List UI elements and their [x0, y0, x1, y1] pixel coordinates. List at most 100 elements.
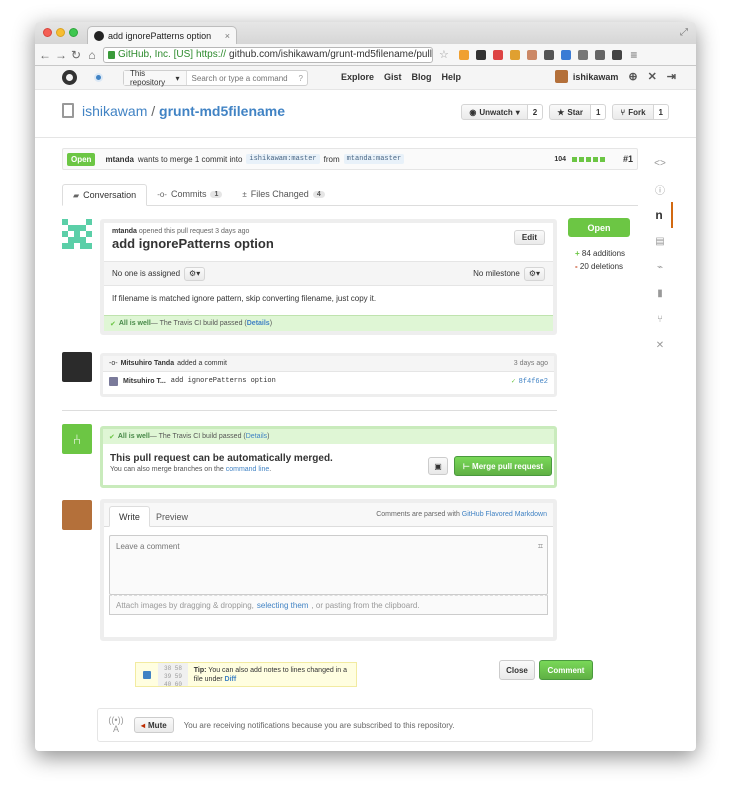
sign-out-icon[interactable]: ⇥ — [667, 70, 676, 83]
extension-icon[interactable] — [509, 49, 520, 60]
commit-message-link[interactable]: add ignorePatterns option — [171, 377, 276, 385]
address-bar[interactable]: GitHub, Inc. [US] https://github.com/ish… — [103, 46, 433, 63]
assignee-gear-button[interactable]: ⚙ ▾ — [184, 266, 206, 281]
network-icon[interactable]: ⑂ — [647, 306, 673, 332]
unwatch-button[interactable]: ◉ Unwatch ▾ — [461, 104, 528, 120]
tab-close-icon[interactable]: × — [225, 31, 230, 41]
watchers-count[interactable]: 2 — [527, 104, 544, 120]
user-avatar[interactable] — [554, 70, 568, 83]
extension-icon[interactable] — [543, 49, 554, 60]
markdown-link[interactable]: GitHub Flavored Markdown — [462, 511, 547, 518]
ci-details-link[interactable]: Details — [247, 320, 270, 327]
notification-indicator-icon[interactable] — [96, 75, 101, 80]
notification-reason: You are receiving notifications because … — [183, 720, 455, 730]
diff-link[interactable]: Diff — [225, 676, 237, 683]
search-input[interactable] — [186, 73, 299, 83]
merge-pull-request-button[interactable]: ⊢ Merge pull request — [454, 456, 552, 476]
opener-link[interactable]: mtanda — [112, 228, 137, 235]
pr-merge-text: wants to merge 1 commit into — [137, 154, 243, 164]
minimize-window-button[interactable] — [56, 28, 65, 37]
head-branch: mtanda:master — [343, 154, 405, 164]
extension-icon[interactable] — [526, 49, 537, 60]
attach-images-bar[interactable]: Attach images by dragging & dropping, se… — [109, 595, 548, 615]
tab-conversation[interactable]: ▰ Conversation — [62, 184, 148, 206]
tab-write[interactable]: Write — [109, 506, 150, 527]
repo-name-link[interactable]: grunt-md5filename — [159, 103, 285, 119]
command-line-link[interactable]: command line — [226, 466, 270, 473]
stargazers-count[interactable]: 1 — [590, 104, 607, 120]
mute-button[interactable]: ◂ Mute — [134, 717, 174, 733]
commit-sha: 8f4f6e2 — [518, 377, 548, 386]
tab-commits[interactable]: -o- Commits 1 — [147, 183, 232, 205]
nav-blog[interactable]: Blog — [412, 72, 432, 82]
forward-icon[interactable]: → — [55, 49, 67, 61]
issues-icon[interactable]: ⓘ — [647, 176, 673, 202]
pr-meta-bar: No one is assigned ⚙ ▾ No milestone ⚙ ▾ — [104, 261, 553, 286]
author-avatar[interactable] — [62, 219, 92, 249]
code-icon[interactable]: <> — [647, 150, 673, 176]
star-button[interactable]: ★ Star — [549, 104, 591, 120]
tab-preview[interactable]: Preview — [147, 506, 197, 527]
pocket-icon[interactable] — [492, 49, 503, 60]
merge-sub-end: . — [269, 466, 272, 473]
close-window-button[interactable] — [43, 28, 52, 37]
menu-icon[interactable]: ≡ — [629, 49, 639, 61]
repo-settings-icon[interactable]: ✕ — [647, 332, 673, 358]
close-pr-button[interactable]: Close — [499, 660, 535, 680]
merge-title: This pull request can be automatically m… — [110, 453, 333, 464]
wiki-icon[interactable]: ▤ — [647, 228, 673, 254]
graphs-icon[interactable]: ▮ — [647, 280, 673, 306]
zoom-window-button[interactable] — [69, 28, 78, 37]
bookmark-star-icon[interactable]: ☆ — [439, 48, 449, 61]
create-repo-icon[interactable]: ⊕ — [628, 70, 637, 83]
back-icon[interactable]: ← — [39, 49, 51, 61]
search-scope-label[interactable]: This repository ▾ — [124, 69, 187, 87]
fullscreen-icon[interactable]: ⤢ — [680, 27, 688, 38]
select-images-link[interactable]: selecting them — [257, 601, 309, 610]
pr-author-link[interactable]: mtanda — [105, 155, 133, 164]
fullscreen-editor-icon[interactable]: ⌗ — [538, 541, 543, 552]
attach-text-after: , or pasting from the clipboard. — [311, 600, 420, 610]
extension-icon[interactable] — [577, 49, 588, 60]
home-icon[interactable]: ⌂ — [87, 49, 97, 61]
fork-button[interactable]: ⑂ Fork — [612, 104, 654, 120]
comment-button[interactable]: Comment — [539, 660, 593, 680]
tab-files-changed[interactable]: ± Files Changed 4 — [232, 183, 334, 205]
extension-icons: ≡ — [458, 49, 639, 61]
minus-icon: - — [575, 262, 578, 271]
repo-title: ishikawam / grunt-md5filename — [82, 103, 285, 119]
nav-explore[interactable]: Explore — [341, 72, 374, 82]
nav-gist[interactable]: Gist — [384, 72, 402, 82]
merge-ci-details-link[interactable]: Details — [246, 433, 267, 440]
open-in-desktop-button[interactable]: ▣ — [428, 457, 448, 475]
extension-icon[interactable] — [594, 49, 605, 60]
commit-actor-link[interactable]: Mitsuhiro Tanda — [121, 360, 175, 367]
milestone-text: No milestone — [473, 269, 520, 278]
milestone-gear-button[interactable]: ⚙ ▾ — [523, 266, 545, 281]
browser-tab[interactable]: add ignorePatterns option × — [87, 26, 237, 44]
repo-owner-link[interactable]: ishikawam — [82, 103, 147, 119]
commit-sha-link[interactable]: ✓ 8f4f6e2 — [511, 377, 548, 386]
commit-author[interactable]: Mitsuhiro T... — [123, 378, 166, 385]
search-help-icon[interactable]: ? — [299, 74, 307, 83]
extension-icon[interactable] — [560, 49, 571, 60]
current-user-avatar[interactable] — [62, 500, 92, 530]
settings-icon[interactable]: ✕ — [648, 70, 657, 83]
rss-icon[interactable] — [458, 49, 469, 60]
comment-textarea[interactable] — [109, 535, 548, 595]
commit-author-avatar[interactable] — [109, 376, 118, 386]
reload-icon[interactable]: ↻ — [71, 49, 81, 61]
username-link[interactable]: ishikawam — [573, 72, 619, 82]
extension-icon[interactable] — [611, 49, 622, 60]
pulse-icon[interactable]: ⌁ — [647, 254, 673, 280]
github-logo-icon[interactable] — [62, 70, 77, 85]
committer-avatar[interactable] — [62, 352, 92, 382]
extension-icon[interactable] — [475, 49, 486, 60]
edit-button[interactable]: Edit — [513, 230, 545, 245]
pull-requests-icon[interactable]: n — [647, 202, 673, 228]
attach-text-before: Attach images by dragging & dropping, — [116, 600, 254, 610]
nav-help[interactable]: Help — [442, 72, 462, 82]
tab-conversation-label: Conversation — [83, 190, 137, 200]
forks-count[interactable]: 1 — [653, 104, 669, 120]
commits-counter: 1 — [210, 190, 223, 198]
